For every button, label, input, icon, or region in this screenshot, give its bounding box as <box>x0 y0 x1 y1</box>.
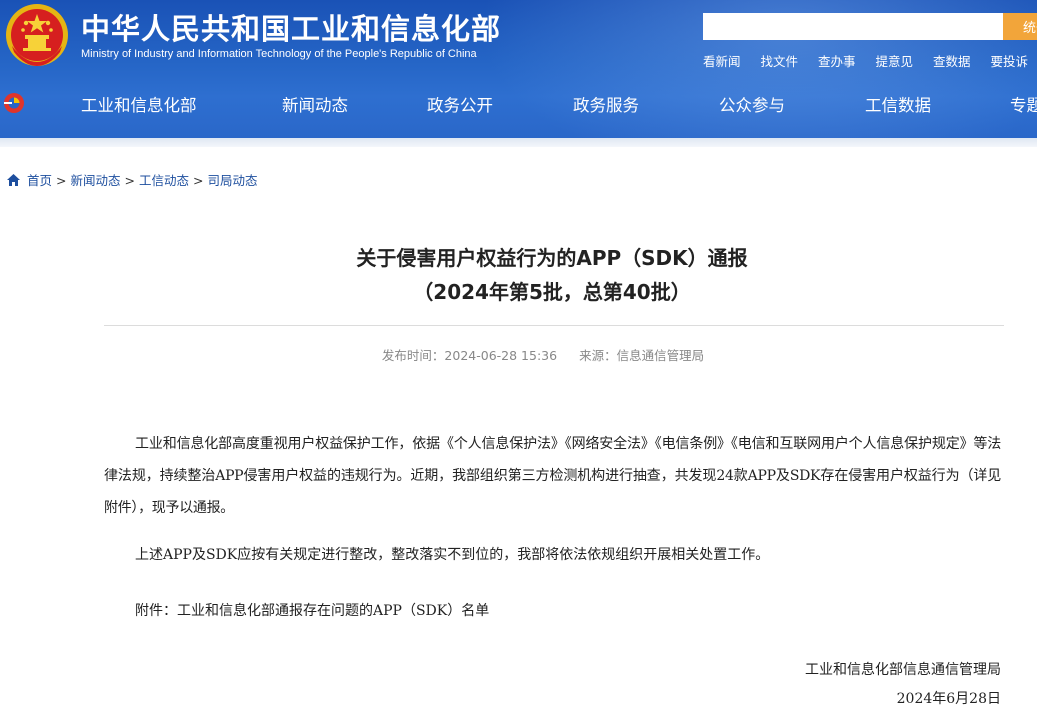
nav-item-miit-data[interactable]: 工信数据 <box>865 92 931 116</box>
article-paragraph: 工业和信息化部高度重视用户权益保护工作，依据《个人信息保护法》《网络安全法》《电… <box>104 436 1001 516</box>
nav-item-news[interactable]: 新闻动态 <box>282 92 348 116</box>
breadcrumb-separator: > <box>193 173 204 188</box>
breadcrumb-department-news[interactable]: 司局动态 <box>208 173 258 188</box>
quick-link-services[interactable]: 查办事 <box>818 54 856 69</box>
site-header: 中华人民共和国工业和信息化部 Ministry of Industry and … <box>0 0 1037 138</box>
nav-item-government-services[interactable]: 政务服务 <box>573 92 639 116</box>
breadcrumb-miit-news[interactable]: 工信动态 <box>139 173 189 188</box>
quick-link-data[interactable]: 查数据 <box>933 54 971 69</box>
article-paragraph: 上述APP及SDK应按有关规定进行整改，整改落实不到位的，我部将依法依规组织开展… <box>135 547 770 563</box>
main-nav: 工业和信息化部 新闻动态 政务公开 政务服务 公众参与 工信数据 专题 <box>0 88 1037 120</box>
quick-link-news[interactable]: 看新闻 <box>703 54 741 69</box>
article-meta: 发布时间：2024-06-28 15:36 来源：信息通信管理局 <box>0 345 1037 364</box>
nav-item-public-participation[interactable]: 公众参与 <box>719 92 785 116</box>
article-title: 关于侵害用户权益行为的APP（SDK）通报 <box>356 246 748 270</box>
signature-org: 工业和信息化部信息通信管理局 <box>805 662 1001 678</box>
quick-links: 看新闻 找文件 查办事 提意见 查数据 要投诉 <box>703 51 1037 70</box>
search-input[interactable] <box>703 13 1003 40</box>
breadcrumb-news[interactable]: 新闻动态 <box>71 173 121 188</box>
breadcrumb-separator: > <box>124 173 135 188</box>
site-title[interactable]: 中华人民共和国工业和信息化部 <box>81 6 501 48</box>
search-button[interactable]: 统一 <box>1003 13 1037 40</box>
home-icon <box>7 174 20 186</box>
nav-item-ministry[interactable]: 工业和信息化部 <box>81 92 197 116</box>
site-subtitle-en: Ministry of Industry and Information Tec… <box>81 48 477 60</box>
title-divider <box>104 325 1004 326</box>
breadcrumb-separator: > <box>56 173 67 188</box>
quick-link-files[interactable]: 找文件 <box>761 54 799 69</box>
article-subtitle: （2024年第5批，总第40批） <box>413 280 691 304</box>
article-source: 来源：信息通信管理局 <box>579 348 705 363</box>
publish-time: 发布时间：2024-06-28 15:36 <box>381 348 558 363</box>
nav-item-special-topics[interactable]: 专题 <box>1010 92 1037 116</box>
quick-link-feedback[interactable]: 提意见 <box>876 54 914 69</box>
attachment-line[interactable]: 附件：工业和信息化部通报存在问题的APP（SDK）名单 <box>104 597 1001 625</box>
nav-item-public-affairs[interactable]: 政务公开 <box>427 92 493 116</box>
header-shadow-band <box>0 138 1037 147</box>
breadcrumb: 首页 > 新闻动态 > 工信动态 > 司局动态 <box>6 170 258 189</box>
breadcrumb-home[interactable]: 首页 <box>27 173 52 188</box>
signature-date: 2024年6月28日 <box>896 691 1001 707</box>
national-emblem-icon <box>6 4 68 66</box>
quick-link-complaint[interactable]: 要投诉 <box>991 54 1029 69</box>
